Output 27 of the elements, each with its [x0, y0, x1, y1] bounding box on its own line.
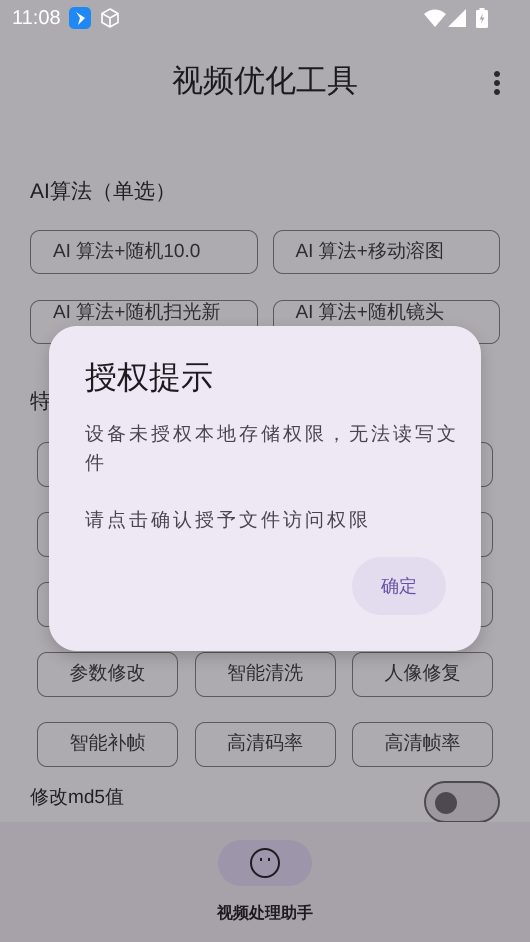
section-title: AI算法（单选）: [30, 179, 177, 205]
app-title: 视频优化工具: [172, 62, 358, 100]
dialog-title: 授权提示: [85, 358, 214, 397]
dialog-message: 设备未授权本地存储权限，无法读写文件: [85, 423, 460, 476]
feature-chip[interactable]: 高清码率: [194, 722, 336, 767]
signal-icon: [448, 9, 466, 27]
dialog-message: 请点击确认授予文件访问权限: [85, 509, 372, 533]
feature-chip[interactable]: 高清帧率: [352, 722, 493, 767]
nav-label[interactable]: 视频处理助手: [217, 902, 313, 926]
section-title: 特: [30, 389, 52, 415]
option-button[interactable]: AI 算法+随机10.0: [30, 230, 258, 274]
battery-charging-icon: [476, 8, 488, 28]
option-button[interactable]: AI 算法+移动溶图: [272, 230, 500, 274]
feature-chip[interactable]: 智能补帧: [37, 722, 178, 767]
feature-chip[interactable]: 人像修复: [352, 652, 493, 697]
more-menu-icon[interactable]: [493, 70, 501, 96]
confirm-button[interactable]: 确定: [352, 557, 446, 615]
feature-chip[interactable]: 参数修改: [37, 652, 178, 697]
toggle-switch[interactable]: [424, 781, 500, 822]
nav-item-indicator[interactable]: [218, 840, 312, 886]
cube-icon: [98, 7, 121, 29]
wifi-icon: [424, 9, 446, 27]
status-time: 11:08: [12, 6, 61, 31]
app-icon: [68, 7, 91, 29]
face-icon: [249, 847, 281, 879]
feature-chip[interactable]: 智能清洗: [194, 652, 336, 697]
setting-label: 修改md5值: [30, 786, 124, 810]
